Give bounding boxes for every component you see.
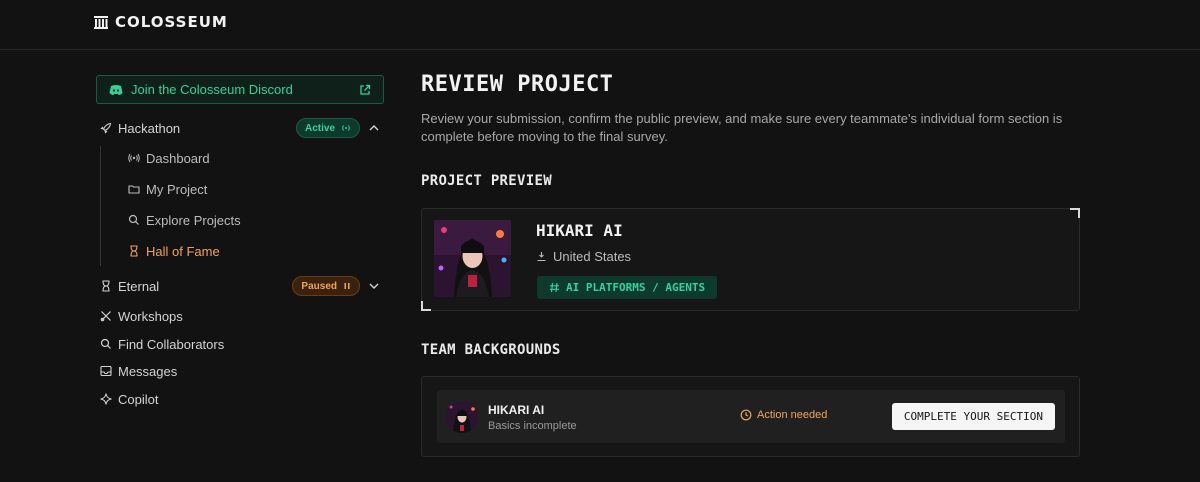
sidebar-item-label: Dashboard: [146, 150, 210, 166]
sidebar-item-copilot[interactable]: Copilot: [100, 388, 384, 410]
sidebar-item-find-collaborators[interactable]: Find Collaborators: [100, 333, 384, 355]
member-name: HIKARI AI: [488, 403, 545, 417]
sidebar-item-my-project[interactable]: My Project: [128, 179, 207, 199]
search-icon: [100, 338, 111, 349]
hourglass-icon: [102, 280, 110, 292]
page-title: REVIEW PROJECT: [421, 72, 614, 97]
top-bar: COLOSSEUM: [0, 0, 1200, 50]
corner-bracket: [421, 301, 431, 311]
hourglass-icon: [130, 245, 138, 257]
project-thumbnail: [434, 220, 511, 297]
sidebar-item-hackathon[interactable]: Hackathon Active: [100, 117, 384, 139]
hash-icon: [550, 282, 559, 293]
project-preview-card[interactable]: HIKARI AI United States AI PLATFORMS / A…: [421, 208, 1080, 311]
chevron-up-icon[interactable]: [368, 122, 380, 134]
member-status: Basics incomplete: [488, 420, 577, 432]
discord-icon: [109, 84, 123, 95]
sidebar-item-label: Copilot: [118, 391, 159, 407]
sidebar-item-workshops[interactable]: Workshops: [100, 305, 384, 327]
project-name: HIKARI AI: [536, 221, 623, 240]
tag-label: AI PLATFORMS / AGENTS: [566, 281, 706, 294]
location-text: United States: [553, 249, 632, 264]
subtree-line: [100, 146, 101, 266]
sidebar-item-label: Hall of Fame: [146, 243, 220, 259]
location-pin-icon: [537, 252, 546, 262]
badge-label: Paused: [301, 280, 337, 292]
sidebar-item-label: Find Collaborators: [118, 336, 225, 352]
section-title-project-preview: PROJECT PREVIEW: [421, 173, 552, 189]
search-icon: [128, 214, 139, 225]
project-location: United States: [536, 249, 631, 264]
avatar: [446, 401, 478, 433]
sidebar-item-label: Messages: [118, 363, 178, 379]
chevron-down-icon[interactable]: [368, 280, 380, 292]
corner-bracket: [1070, 208, 1080, 218]
broadcast-icon: [128, 153, 140, 163]
inbox-icon: [100, 365, 112, 377]
pause-icon: [344, 283, 350, 289]
folder-icon: [128, 185, 140, 194]
sidebar-item-messages[interactable]: Messages: [100, 360, 384, 382]
clock-icon: [740, 409, 752, 421]
sidebar-item-label: Workshops: [118, 308, 183, 324]
join-discord-button[interactable]: Join the Colosseum Discord: [96, 75, 384, 104]
colosseum-logo-icon: [94, 16, 108, 29]
page-description: Review your submission, confirm the publ…: [421, 111, 1063, 144]
app-name: COLOSSEUM: [115, 13, 228, 31]
sidebar-item-hall-of-fame[interactable]: Hall of Fame: [128, 241, 220, 261]
status-badge-active: Active: [295, 118, 360, 138]
action-needed-label: Action needed: [757, 409, 828, 421]
team-backgrounds-card: HIKARI AI Basics incomplete Action neede…: [421, 376, 1080, 457]
sidebar-item-dashboard[interactable]: Dashboard: [128, 148, 210, 168]
rocket-icon: [100, 122, 112, 134]
discord-label: Join the Colosseum Discord: [131, 82, 293, 97]
sparkle-icon: [100, 393, 112, 405]
section-title-team-backgrounds: TEAM BACKGROUNDS: [421, 342, 561, 358]
sidebar-item-eternal[interactable]: Eternal Paused: [100, 275, 384, 297]
tools-icon: [100, 311, 111, 322]
sidebar-item-label: Explore Projects: [146, 212, 241, 228]
sidebar-item-label: Hackathon: [118, 120, 181, 136]
team-member-row: HIKARI AI Basics incomplete Action neede…: [437, 390, 1065, 443]
action-needed-status: Action needed: [740, 409, 827, 421]
logo[interactable]: COLOSSEUM: [94, 13, 228, 31]
sidebar-item-label: Eternal: [118, 278, 160, 294]
broadcast-icon: [342, 125, 350, 131]
complete-your-section-button[interactable]: COMPLETE YOUR SECTION: [891, 403, 1055, 430]
category-tag[interactable]: AI PLATFORMS / AGENTS: [537, 276, 718, 299]
sidebar-item-explore-projects[interactable]: Explore Projects: [128, 210, 241, 230]
status-badge-paused: Paused: [292, 276, 360, 296]
sidebar-item-label: My Project: [146, 181, 208, 197]
external-link-icon: [360, 84, 371, 95]
badge-label: Active: [304, 122, 335, 134]
